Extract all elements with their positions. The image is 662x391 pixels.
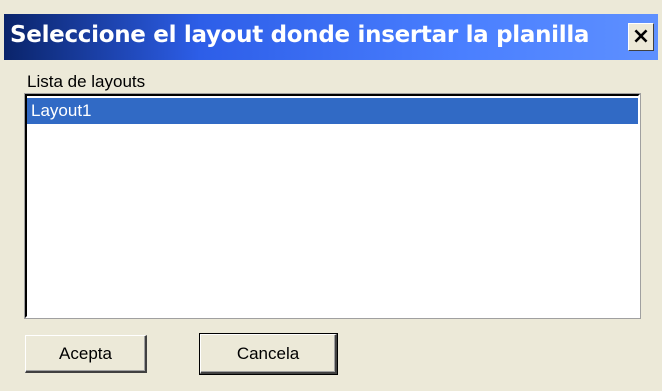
close-button[interactable]: × — [628, 23, 654, 51]
dialog-window: Seleccione el layout donde insertar la p… — [0, 0, 662, 391]
accept-button[interactable]: Acepta — [25, 335, 147, 373]
list-item-layout1[interactable]: Layout1 — [27, 98, 638, 124]
layout-list-label: Lista de layouts — [27, 72, 146, 91]
title-bar[interactable]: Seleccione el layout donde insertar la p… — [4, 14, 658, 60]
layout-listbox[interactable]: Layout1 — [24, 93, 641, 319]
close-icon: × — [631, 24, 651, 49]
cancel-button[interactable]: Cancela — [199, 333, 338, 375]
window-title: Seleccione el layout donde insertar la p… — [10, 22, 590, 48]
